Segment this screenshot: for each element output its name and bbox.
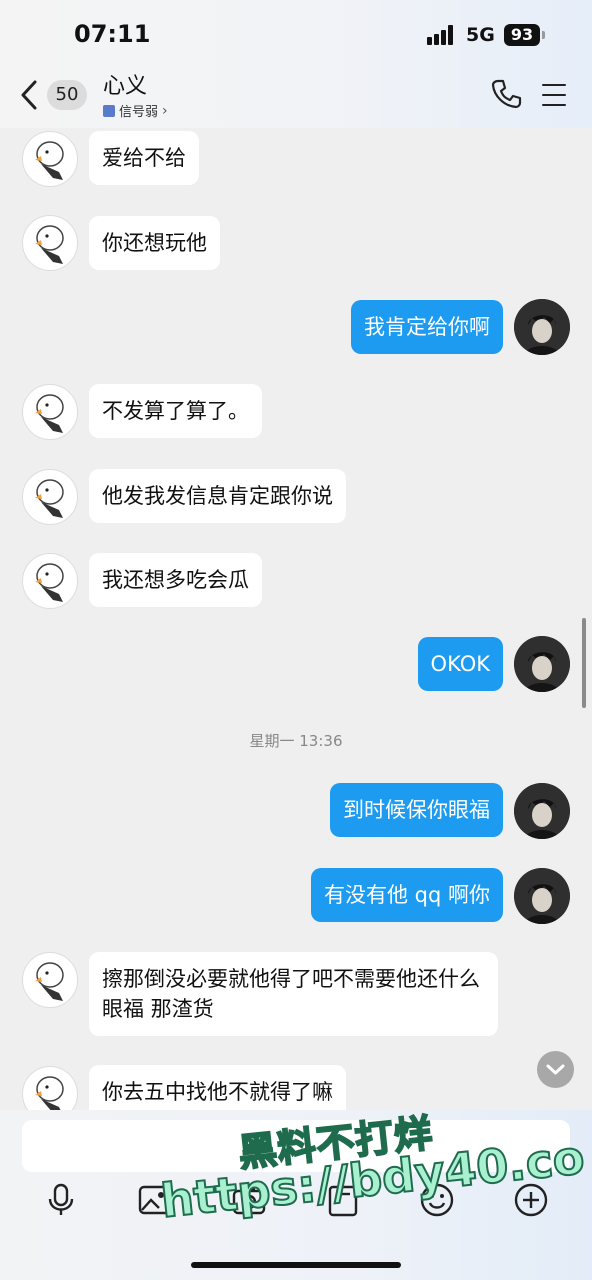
scrollbar-thumb[interactable] [582,618,586,708]
contact-avatar[interactable] [22,952,78,1008]
contact-avatar[interactable] [22,215,78,271]
message-bubble[interactable]: 爱给不给 [89,131,199,185]
user-avatar[interactable] [514,783,570,839]
unread-count-badge[interactable]: 50 [47,80,87,110]
message-bubble[interactable]: 到时候保你眼福 [330,783,503,837]
top-bar: 07:11 5G 93 50 心义 信号弱 › [0,0,592,128]
microphone-icon[interactable] [43,1182,79,1218]
message-bubble[interactable]: 不发算了算了。 [89,384,262,438]
chat-area: 爱给不给 你还想玩他 我肯定给你啊 不发算了算了。 他发我发信息肯定跟你说 我还… [0,128,592,1110]
phone-icon[interactable] [490,78,522,110]
message-bubble[interactable]: 你还想玩他 [89,216,220,270]
battery-indicator: 93 [504,24,545,46]
signal-status[interactable]: 信号弱 › [103,101,168,120]
message-bubble[interactable]: 我肯定给你啊 [351,300,503,354]
message-bubble[interactable]: 你去五中找他不就得了嘛 [89,1065,346,1110]
contact-avatar[interactable] [22,384,78,440]
timestamp-divider: 星期一 13:36 [249,732,343,750]
chevron-down-icon [546,1064,565,1075]
signal-bars-icon [103,104,115,117]
scroll-to-bottom-button[interactable] [537,1051,574,1088]
home-indicator[interactable] [191,1262,401,1268]
cellular-signal-icon [427,25,457,45]
contact-avatar[interactable] [22,131,78,187]
contact-name[interactable]: 心义 [103,68,147,100]
user-avatar[interactable] [514,868,570,924]
contact-avatar[interactable] [22,469,78,525]
status-time: 07:11 [74,20,151,48]
contact-avatar[interactable] [22,1066,78,1110]
chevron-left-icon[interactable] [20,80,38,110]
signal-status-label: 信号弱 [119,105,159,120]
contact-avatar[interactable] [22,553,78,609]
network-type: 5G [466,24,495,46]
message-bubble[interactable]: 他发我发信息肯定跟你说 [89,469,346,523]
chevron-right-icon: › [162,102,168,119]
message-bubble[interactable]: OKOK [417,637,503,691]
message-bubble[interactable]: 有没有他 qq 啊你 [310,868,503,922]
message-bubble[interactable]: 我还想多吃会瓜 [89,553,262,607]
user-avatar[interactable] [514,636,570,692]
user-avatar[interactable] [514,299,570,355]
menu-icon[interactable] [542,84,566,106]
message-bubble[interactable]: 擦那倒没必要就他得了吧不需要他还什么眼福 那渣货 [89,952,498,1036]
